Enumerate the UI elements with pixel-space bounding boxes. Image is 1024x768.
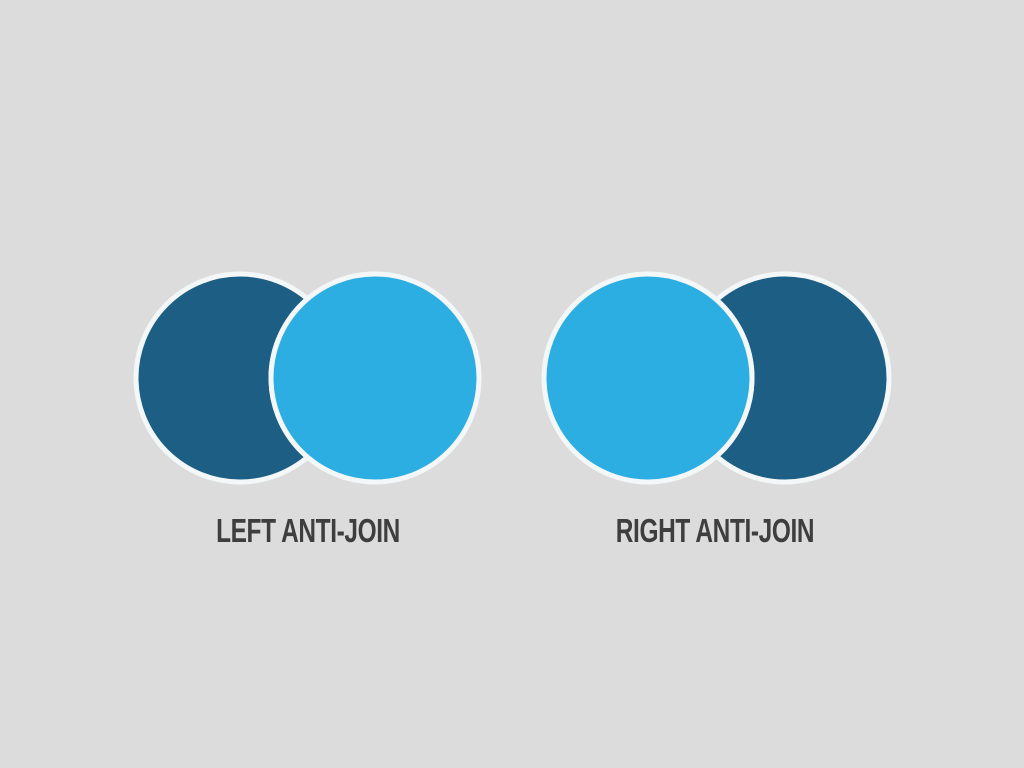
left-anti-join-label: LEFT ANTI-JOIN bbox=[216, 512, 400, 549]
left-anti-join-diagram bbox=[133, 271, 482, 485]
venn-diagrams-canvas bbox=[133, 271, 892, 485]
right-anti-join-diagram bbox=[541, 271, 892, 485]
right-anti-join-label: RIGHT ANTI-JOIN bbox=[615, 512, 815, 549]
